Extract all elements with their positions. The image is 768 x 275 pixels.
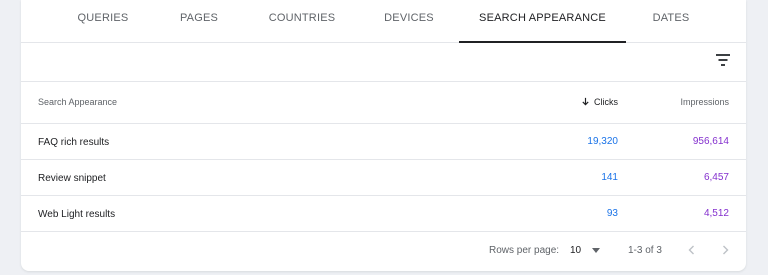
table-header: Search Appearance Clicks Impressions [21, 82, 746, 124]
tab-search-appearance[interactable]: SEARCH APPEARANCE [459, 0, 626, 43]
pagination: Rows per page: 10 1-3 of 3 [21, 233, 746, 269]
tab-devices[interactable]: DEVICES [373, 0, 445, 42]
row-impressions: 4,512 [703, 208, 729, 219]
table-row[interactable]: FAQ rich results 19,320 956,614 [21, 124, 746, 160]
table-row[interactable]: Web Light results 93 4,512 [21, 196, 746, 232]
chevron-right-icon[interactable] [719, 244, 731, 256]
rows-per-page-label: Rows per page: [489, 245, 560, 256]
table-row[interactable]: Review snippet 141 6,457 [21, 160, 746, 196]
row-impressions: 956,614 [692, 136, 729, 147]
header-clicks-label: Clicks [594, 97, 618, 107]
data-table: Search Appearance Clicks Impressions FAQ… [21, 82, 746, 232]
row-label: Review snippet [38, 173, 106, 184]
chevron-left-icon[interactable] [686, 244, 698, 256]
tab-pages[interactable]: PAGES [164, 0, 234, 42]
row-clicks: 141 [601, 172, 618, 183]
row-clicks: 93 [606, 208, 618, 219]
row-impressions: 6,457 [703, 172, 729, 183]
dimension-tabs: QUERIES PAGES COUNTRIES DEVICES SEARCH A… [21, 0, 746, 43]
rows-per-page-select[interactable]: 10 [570, 233, 604, 269]
tab-countries[interactable]: COUNTRIES [259, 0, 345, 42]
filter-list-icon [716, 54, 730, 56]
rows-per-page-value: 10 [570, 245, 582, 256]
header-impressions[interactable]: Impressions [680, 82, 729, 122]
header-search-appearance[interactable]: Search Appearance [38, 82, 117, 122]
performance-table-card: QUERIES PAGES COUNTRIES DEVICES SEARCH A… [21, 0, 746, 271]
tab-queries[interactable]: QUERIES [69, 0, 137, 42]
page-range: 1-3 of 3 [628, 245, 662, 256]
row-clicks: 19,320 [587, 136, 618, 147]
dropdown-caret-icon [592, 248, 600, 253]
row-label: FAQ rich results [38, 137, 110, 148]
row-label: Web Light results [38, 209, 116, 220]
tab-dates[interactable]: DATES [641, 0, 701, 42]
arrow-down-icon [582, 97, 589, 106]
tab-search-appearance-label: SEARCH APPEARANCE [479, 12, 606, 24]
header-clicks[interactable]: Clicks [581, 82, 618, 122]
filter-rows-button[interactable] [714, 52, 732, 68]
table-toolbar [21, 42, 746, 82]
